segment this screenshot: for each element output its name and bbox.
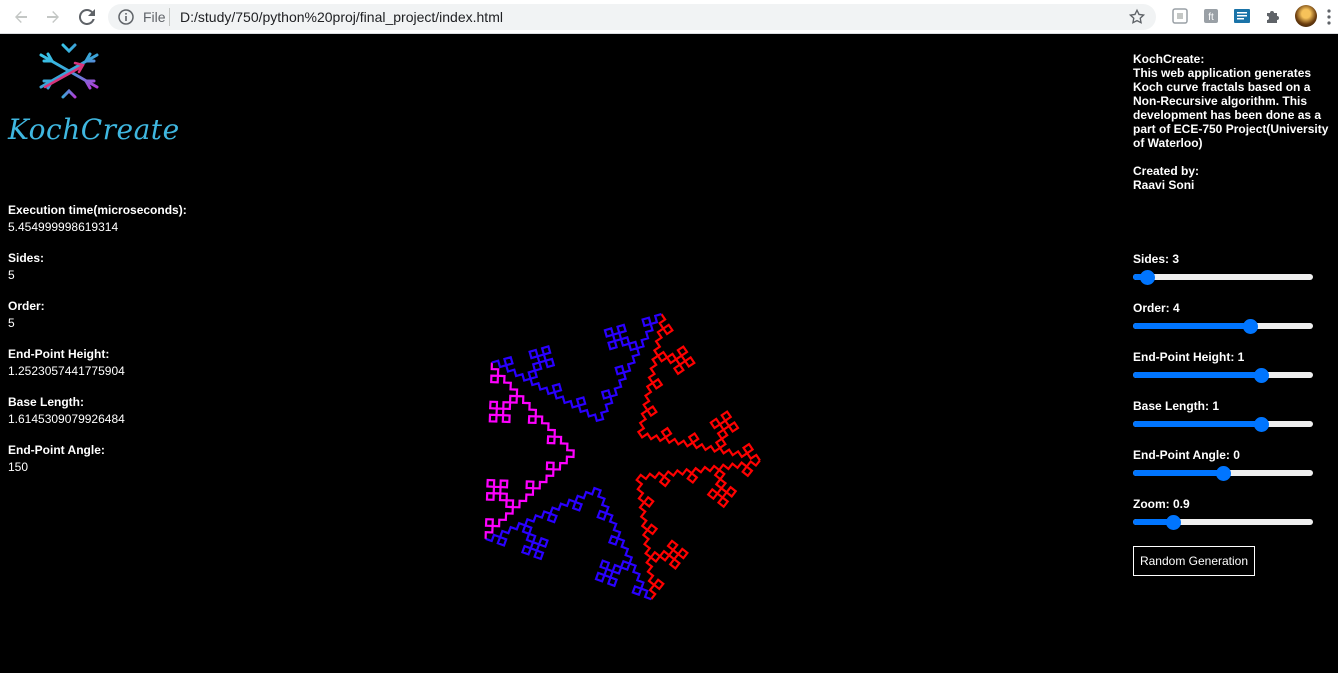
control-end-point-angle: End-Point Angle: 0 [1133, 448, 1313, 497]
stat-label: Execution time(microseconds): [8, 203, 187, 217]
back-button[interactable] [10, 6, 32, 28]
stat-base-length: Base Length: 1.6145309079926484 [8, 394, 268, 428]
stat-order: Order: 5 [8, 298, 268, 332]
stat-sides: Sides: 5 [8, 250, 268, 284]
address-bar[interactable]: File D:/study/750/python%20proj/final_pr… [108, 4, 1156, 30]
fractal-segment [491, 313, 662, 423]
controls-panel: Sides: 3 Order: 4 End-Point Height: 1 Ba… [1133, 252, 1313, 546]
page-content: KochCreate Execution time(microseconds):… [0, 35, 1338, 673]
extensions-puzzle-icon[interactable] [1264, 7, 1282, 25]
stat-execution-time: Execution time(microseconds): 5.45499999… [8, 202, 268, 236]
slider-thumb[interactable] [1216, 466, 1231, 481]
zoom-slider[interactable] [1133, 515, 1313, 530]
arrow-left-icon [15, 11, 27, 23]
slider-thumb[interactable] [1166, 515, 1182, 530]
arrow-right-icon [47, 11, 59, 23]
about-title: KochCreate: [1133, 52, 1205, 66]
slider-label: Sides: 3 [1133, 252, 1180, 266]
stat-value: 5 [8, 316, 15, 330]
control-base-length: Base Length: 1 [1133, 399, 1313, 448]
slider-label: End-Point Angle: 0 [1133, 448, 1240, 462]
stat-label: End-Point Angle: [8, 443, 105, 457]
slider-thumb[interactable] [1139, 270, 1155, 285]
control-zoom: Zoom: 0.9 [1133, 497, 1313, 546]
end-point-angle-slider[interactable] [1133, 466, 1313, 481]
fractal-segment [636, 313, 761, 462]
reload-button[interactable] [76, 6, 98, 28]
slider-label: End-Point Height: 1 [1133, 350, 1245, 364]
stat-value: 1.2523057441775904 [8, 364, 125, 378]
random-generation-button[interactable]: Random Generation [1133, 546, 1255, 576]
profile-avatar[interactable] [1295, 5, 1317, 27]
sides-slider[interactable] [1133, 270, 1313, 285]
stat-value: 5.454999998619314 [8, 220, 119, 234]
slider-thumb[interactable] [1254, 368, 1270, 383]
logo-text: KochCreate [8, 113, 180, 146]
slider-label: Base Length: 1 [1133, 399, 1220, 413]
stat-value: 1.6145309079926484 [8, 412, 125, 426]
koch-fractal-canvas [484, 313, 761, 601]
stat-end-point-angle: End-Point Angle: 150 [8, 442, 268, 476]
stat-label: Base Length: [8, 395, 85, 409]
browser-toolbar: File D:/study/750/python%20proj/final_pr… [0, 0, 1338, 34]
separator [169, 8, 170, 26]
credits: Created by: Raavi Soni [1133, 164, 1329, 192]
author-name: Raavi Soni [1133, 178, 1195, 192]
stats-panel: Execution time(microseconds): 5.45499999… [8, 202, 268, 490]
control-end-point-height: End-Point Height: 1 [1133, 350, 1313, 399]
base-length-slider[interactable] [1133, 417, 1313, 432]
stat-value: 150 [8, 460, 29, 474]
stat-label: Order: [8, 299, 45, 313]
order-slider[interactable] [1133, 319, 1313, 334]
url-text[interactable]: D:/study/750/python%20proj/final_project… [180, 9, 503, 25]
fractal-segment [485, 486, 652, 601]
extension-3-icon[interactable] [1233, 7, 1251, 25]
more-menu-icon[interactable] [1326, 8, 1332, 26]
stat-label: Sides: [8, 251, 45, 265]
slider-label: Zoom: 0.9 [1133, 497, 1190, 511]
star-icon[interactable] [1128, 8, 1146, 26]
stat-end-point-height: End-Point Height: 1.2523057441775904 [8, 346, 268, 380]
info-icon[interactable] [118, 9, 134, 25]
fractal-segment [635, 459, 761, 600]
slider-label: Order: 4 [1133, 301, 1180, 315]
forward-button[interactable] [42, 6, 64, 28]
about-description: This web application generates Koch curv… [1133, 66, 1329, 150]
reload-icon [79, 9, 95, 25]
created-by-label: Created by: [1133, 164, 1200, 178]
slider-thumb[interactable] [1242, 319, 1258, 334]
extension-2-icon[interactable]: ft [1202, 7, 1220, 25]
url-scheme-label: File [143, 9, 166, 25]
end-point-height-slider[interactable] [1133, 368, 1313, 383]
stat-label: End-Point Height: [8, 347, 110, 361]
svg-text:ft: ft [1208, 12, 1214, 23]
control-order: Order: 4 [1133, 301, 1313, 350]
extension-1-icon[interactable] [1171, 7, 1189, 25]
about-panel: KochCreate: This web application generat… [1133, 52, 1329, 192]
slider-thumb[interactable] [1254, 417, 1270, 432]
stat-value: 5 [8, 268, 15, 282]
control-sides: Sides: 3 [1133, 252, 1313, 301]
